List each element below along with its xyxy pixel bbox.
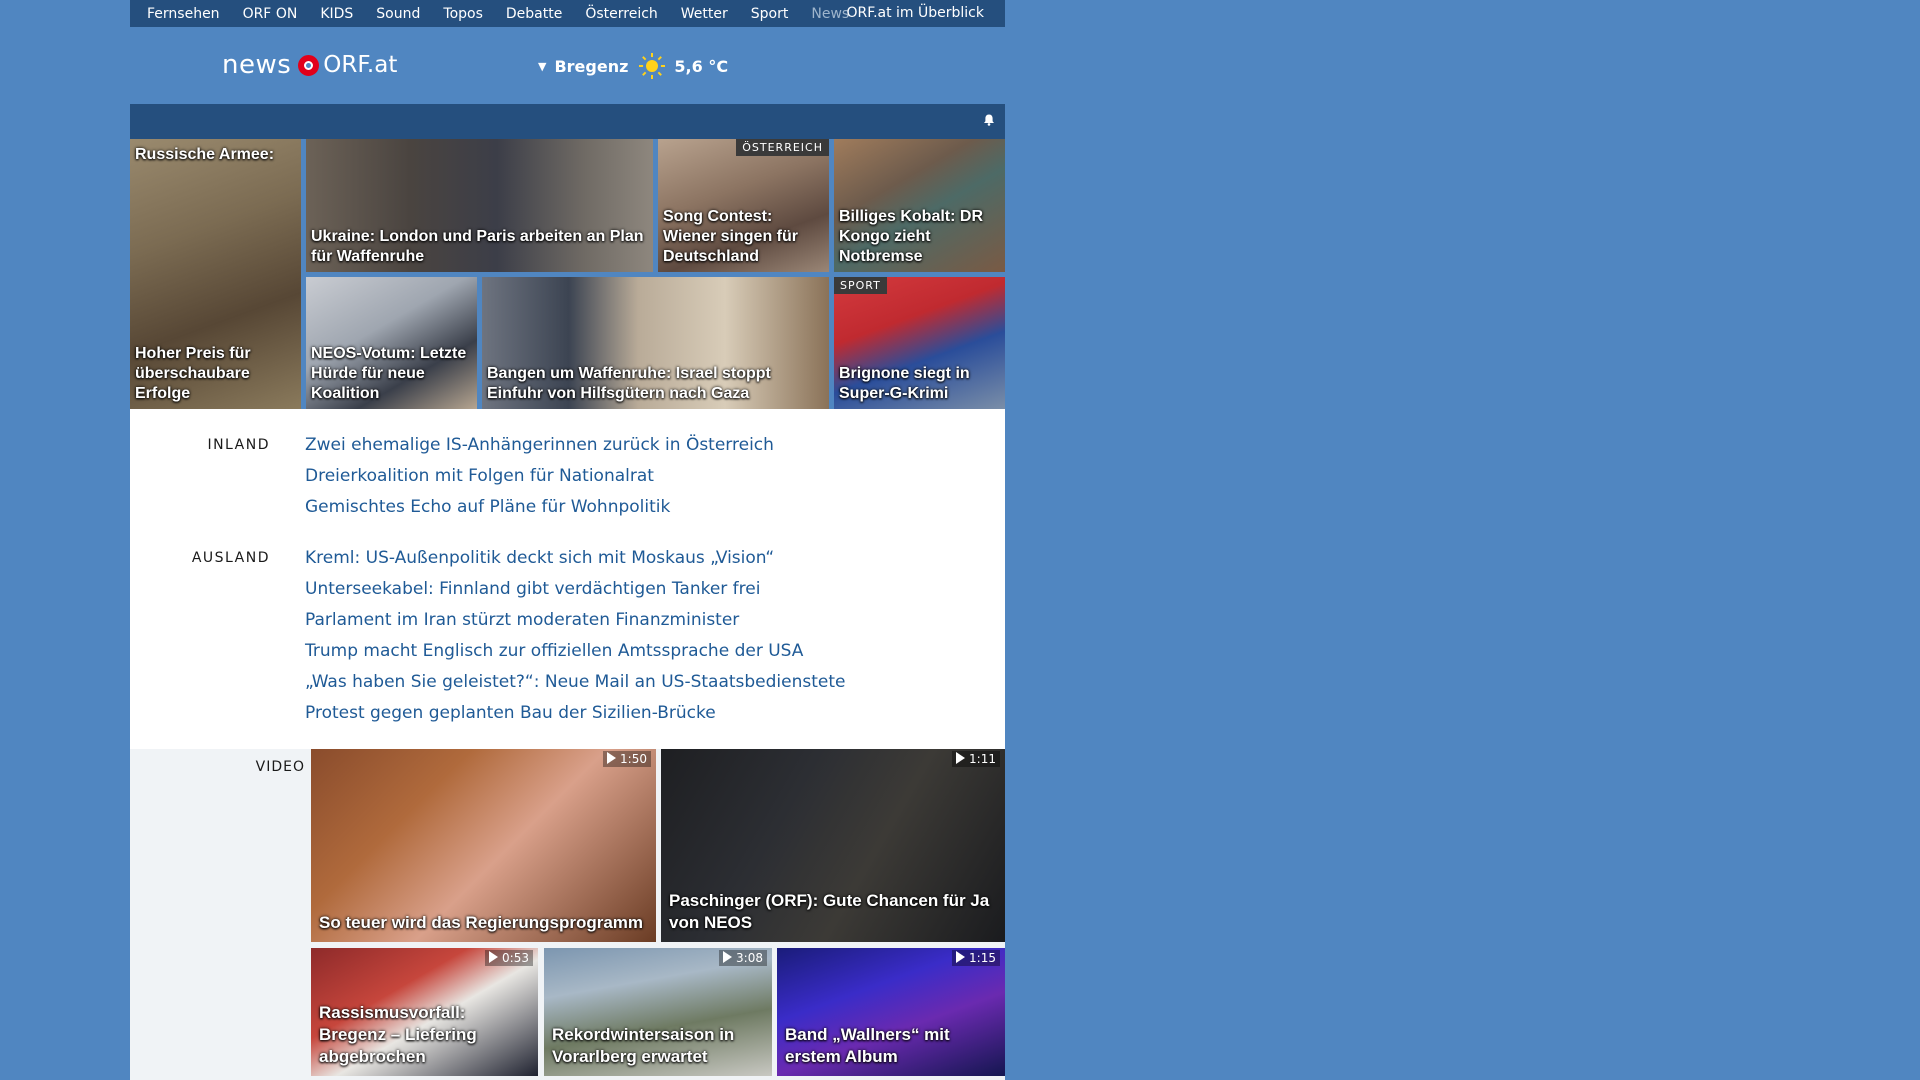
nav-kids[interactable]: KIDS: [320, 6, 353, 22]
ausland-link[interactable]: Unterseekabel: Finnland gibt verdächtige…: [305, 577, 846, 608]
hero-caption: Hoher Preis für überschaubare Erfolge: [135, 345, 251, 402]
play-icon: [956, 752, 966, 764]
hero-tile-gaza[interactable]: Bangen um Waffenruhe: Israel stoppt Einf…: [482, 277, 829, 409]
weather-temperature: 5,6 °C: [674, 56, 729, 76]
ausland-links: Kreml: US-Außenpolitik deckt sich mit Mo…: [305, 546, 846, 732]
ausland-link[interactable]: Trump macht Englisch zur offiziellen Amt…: [305, 639, 846, 670]
dropdown-triangle-icon: ▼: [538, 59, 547, 73]
header-bar: [130, 104, 1005, 139]
section-label-video: VIDEO: [255, 759, 305, 775]
hero-tile-russische-armee[interactable]: Russische Armee: Hoher Preis für übersch…: [130, 139, 301, 409]
video-duration: 0:53: [485, 950, 533, 966]
ausland-link[interactable]: Parlament im Iran stürzt moderaten Finan…: [305, 608, 846, 639]
section-label-ausland: AUSLAND: [191, 550, 270, 566]
video-caption: Paschinger (ORF): Gute Chancen für Ja vo…: [669, 891, 990, 932]
weather-widget[interactable]: ▼ Bregenz 5,6 °C: [538, 52, 728, 80]
hero-caption-top: Russische Armee:: [135, 146, 275, 163]
video-caption: Band „Wallners“ mit erstem Album: [785, 1025, 950, 1066]
nav-fernsehen[interactable]: Fernsehen: [147, 6, 220, 22]
nav-topos[interactable]: Topos: [443, 6, 482, 22]
category-tag: ÖSTERREICH: [736, 139, 829, 156]
weather-city: Bregenz: [554, 56, 629, 76]
play-icon: [723, 951, 733, 963]
nav-sport[interactable]: Sport: [751, 6, 789, 22]
hero-caption: Ukraine: London und Paris arbeiten an Pl…: [311, 228, 644, 265]
nav-orf-overview[interactable]: ORF.at im Überblick: [847, 5, 984, 21]
video-duration: 1:11: [952, 751, 1000, 767]
hero-caption: Bangen um Waffenruhe: Israel stoppt Einf…: [487, 365, 771, 402]
logo-news-text: news: [222, 50, 292, 80]
news-orf-logo[interactable]: news ORF.at: [222, 50, 397, 80]
nav-oesterreich[interactable]: Österreich: [585, 6, 657, 22]
logo-orf-text: ORF.at: [323, 52, 398, 78]
nav-sound[interactable]: Sound: [376, 6, 420, 22]
hero-caption: Brignone siegt in Super-G-Krimi: [839, 365, 970, 402]
nav-orf-on[interactable]: ORF ON: [243, 6, 298, 22]
video-duration: 1:50: [603, 751, 651, 767]
top-navigation: Fernsehen ORF ON KIDS Sound Topos Debatt…: [130, 0, 1005, 27]
video-tile-regierungsprogramm[interactable]: 1:50 So teuer wird das Regierungsprogram…: [311, 749, 656, 942]
video-tile-wintersaison[interactable]: 3:08 Rekordwintersaison in Vorarlberg er…: [544, 948, 772, 1076]
play-icon: [489, 951, 499, 963]
inland-link[interactable]: Gemischtes Echo auf Pläne für Wohnpoliti…: [305, 495, 774, 526]
video-caption: So teuer wird das Regierungsprogramm: [319, 913, 644, 932]
inland-link[interactable]: Dreierkoalition mit Folgen für Nationalr…: [305, 464, 774, 495]
hero-caption: Billiges Kobalt: DR Kongo zieht Notbrems…: [839, 208, 984, 265]
sun-icon: [638, 52, 666, 80]
nav-debatte[interactable]: Debatte: [506, 6, 562, 22]
video-duration: 1:15: [952, 950, 1000, 966]
hero-tile-neos[interactable]: NEOS-Votum: Letzte Hürde für neue Koalit…: [306, 277, 477, 409]
play-icon: [956, 951, 966, 963]
inland-link[interactable]: Zwei ehemalige IS-Anhängerinnen zurück i…: [305, 433, 774, 464]
hero-tile-ukraine[interactable]: Ukraine: London und Paris arbeiten an Pl…: [306, 139, 653, 272]
orf-eye-icon: [298, 54, 320, 76]
video-tile-wallners[interactable]: 1:15 Band „Wallners“ mit erstem Album: [777, 948, 1005, 1076]
hero-caption: NEOS-Votum: Letzte Hürde für neue Koalit…: [311, 345, 467, 402]
news-section-list: INLAND Zwei ehemalige IS-Anhängerinnen z…: [130, 409, 1005, 749]
category-tag: SPORT: [834, 277, 887, 294]
nav-news-current[interactable]: News: [811, 6, 849, 22]
video-caption: Rekordwintersaison in Vorarlberg erwarte…: [552, 1025, 735, 1066]
section-label-inland: INLAND: [207, 437, 270, 453]
hero-tile-kobalt[interactable]: Billiges Kobalt: DR Kongo zieht Notbrems…: [834, 139, 1005, 272]
nav-wetter[interactable]: Wetter: [681, 6, 728, 22]
video-caption: Rassismusvorfall: Bregenz – Liefering ab…: [319, 1003, 477, 1066]
ausland-link[interactable]: Protest gegen geplanten Bau der Sizilien…: [305, 701, 846, 732]
bell-icon[interactable]: [983, 114, 995, 126]
hero-tile-song-contest[interactable]: ÖSTERREICH Song Contest: Wiener singen f…: [658, 139, 829, 272]
top-nav-items: Fernsehen ORF ON KIDS Sound Topos Debatt…: [130, 6, 872, 22]
video-tile-paschinger[interactable]: 1:11 Paschinger (ORF): Gute Chancen für …: [661, 749, 1005, 942]
video-tile-rassismusvorfall[interactable]: 0:53 Rassismusvorfall: Bregenz – Lieferi…: [311, 948, 538, 1076]
ausland-link[interactable]: Kreml: US-Außenpolitik deckt sich mit Mo…: [305, 546, 846, 577]
inland-links: Zwei ehemalige IS-Anhängerinnen zurück i…: [305, 433, 774, 526]
hero-caption: Song Contest: Wiener singen für Deutschl…: [663, 208, 798, 265]
play-icon: [607, 752, 617, 764]
ausland-link[interactable]: „Was haben Sie geleistet?“: Neue Mail an…: [305, 670, 846, 701]
video-duration: 3:08: [719, 950, 767, 966]
hero-tile-brignone[interactable]: SPORT Brignone siegt in Super-G-Krimi: [834, 277, 1005, 409]
